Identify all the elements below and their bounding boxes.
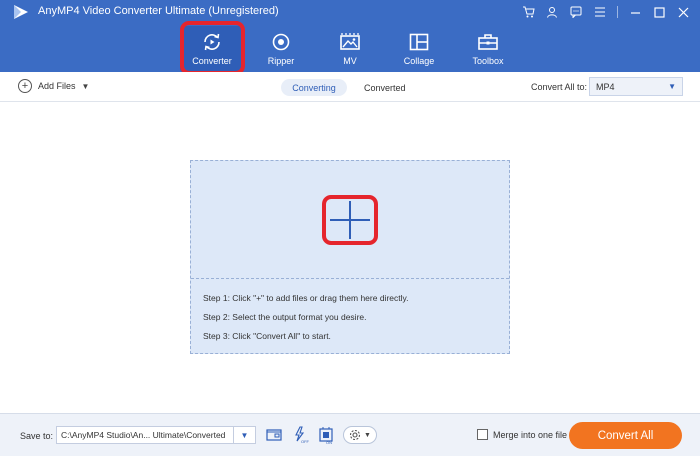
- toolbox-icon: [477, 32, 499, 52]
- nav-converter-label: Converter: [192, 56, 232, 66]
- nav-collage-label: Collage: [403, 56, 435, 66]
- gpu-on-icon[interactable]: ON: [317, 426, 335, 444]
- app-title: AnyMP4 Video Converter Ultimate (Unregis…: [38, 5, 279, 17]
- menu-icon[interactable]: [591, 3, 609, 21]
- disc-icon: [270, 32, 292, 52]
- image-icon: [339, 32, 361, 52]
- play-logo-icon: [14, 5, 28, 19]
- merge-checkbox[interactable]: [477, 429, 488, 440]
- chevron-down-icon: ▼: [668, 82, 676, 91]
- feedback-icon[interactable]: [567, 3, 585, 21]
- step-2-text: Step 2: Select the output format you des…: [203, 312, 367, 322]
- header: AnyMP4 Video Converter Ultimate (Unregis…: [0, 0, 700, 75]
- convert-all-button[interactable]: Convert All: [569, 422, 682, 449]
- step-1-text: Step 1: Click "+" to add files or drag t…: [203, 293, 409, 303]
- window-controls: [519, 3, 692, 21]
- nav-mv-label: MV: [343, 56, 357, 66]
- nav-converter[interactable]: Converter: [180, 26, 244, 72]
- convert-all-to-label: Convert All to:: [531, 82, 588, 92]
- file-drop-zone[interactable]: Step 1: Click "+" to add files or drag t…: [190, 160, 510, 354]
- convert-icon: [201, 32, 223, 52]
- cart-icon[interactable]: [519, 3, 537, 21]
- close-icon[interactable]: [674, 3, 692, 21]
- svg-text:OFF: OFF: [301, 439, 309, 444]
- output-path-field[interactable]: C:\AnyMP4 Studio\An... Ultimate\Converte…: [56, 426, 234, 444]
- nav-mv[interactable]: MV: [318, 26, 382, 72]
- merge-label: Merge into one file: [493, 429, 568, 440]
- window-controls-divider: [617, 6, 618, 18]
- tab-converted[interactable]: Converted: [364, 79, 406, 96]
- add-file-plus-button[interactable]: [322, 195, 378, 245]
- add-circle-icon: +: [18, 79, 32, 93]
- hardware-acceleration-off-icon[interactable]: OFF: [291, 426, 309, 444]
- svg-text:ON: ON: [326, 440, 332, 444]
- open-folder-icon[interactable]: [265, 426, 283, 444]
- user-icon[interactable]: [543, 3, 561, 21]
- main-nav: Converter Ripper MV Collage Toolbox: [180, 26, 525, 72]
- step-3-text: Step 3: Click "Convert All" to start.: [203, 331, 331, 341]
- nav-ripper-label: Ripper: [267, 56, 295, 66]
- settings-button[interactable]: ▼: [343, 426, 377, 444]
- merge-into-one-file-toggle[interactable]: Merge into one file: [477, 429, 567, 440]
- add-files-button[interactable]: + Add Files ▼: [18, 79, 89, 93]
- sub-toolbar: + Add Files ▼ Converting Converted Conve…: [0, 72, 700, 102]
- minimize-icon[interactable]: [626, 3, 644, 21]
- tab-converting[interactable]: Converting: [281, 79, 347, 96]
- drop-zone-divider: [191, 278, 509, 279]
- collage-icon: [408, 32, 430, 52]
- output-format-select[interactable]: MP4 ▼: [589, 77, 683, 96]
- plus-icon-bar: [330, 219, 370, 221]
- maximize-icon[interactable]: [650, 3, 668, 21]
- chevron-down-icon: ▼: [364, 431, 371, 439]
- output-format-value: MP4: [596, 81, 615, 92]
- nav-toolbox[interactable]: Toolbox: [456, 26, 520, 72]
- chevron-down-icon[interactable]: ▼: [82, 82, 90, 91]
- add-files-label: Add Files: [38, 81, 76, 91]
- nav-toolbox-label: Toolbox: [472, 56, 504, 66]
- save-to-label: Save to:: [20, 431, 54, 441]
- nav-ripper[interactable]: Ripper: [249, 26, 313, 72]
- gear-icon: [349, 429, 361, 441]
- bottom-bar: Save to: C:\AnyMP4 Studio\An... Ultimate…: [0, 413, 700, 456]
- nav-collage[interactable]: Collage: [387, 26, 451, 72]
- chevron-down-icon[interactable]: ▼: [234, 426, 256, 444]
- title-bar: AnyMP4 Video Converter Ultimate (Unregis…: [0, 0, 700, 24]
